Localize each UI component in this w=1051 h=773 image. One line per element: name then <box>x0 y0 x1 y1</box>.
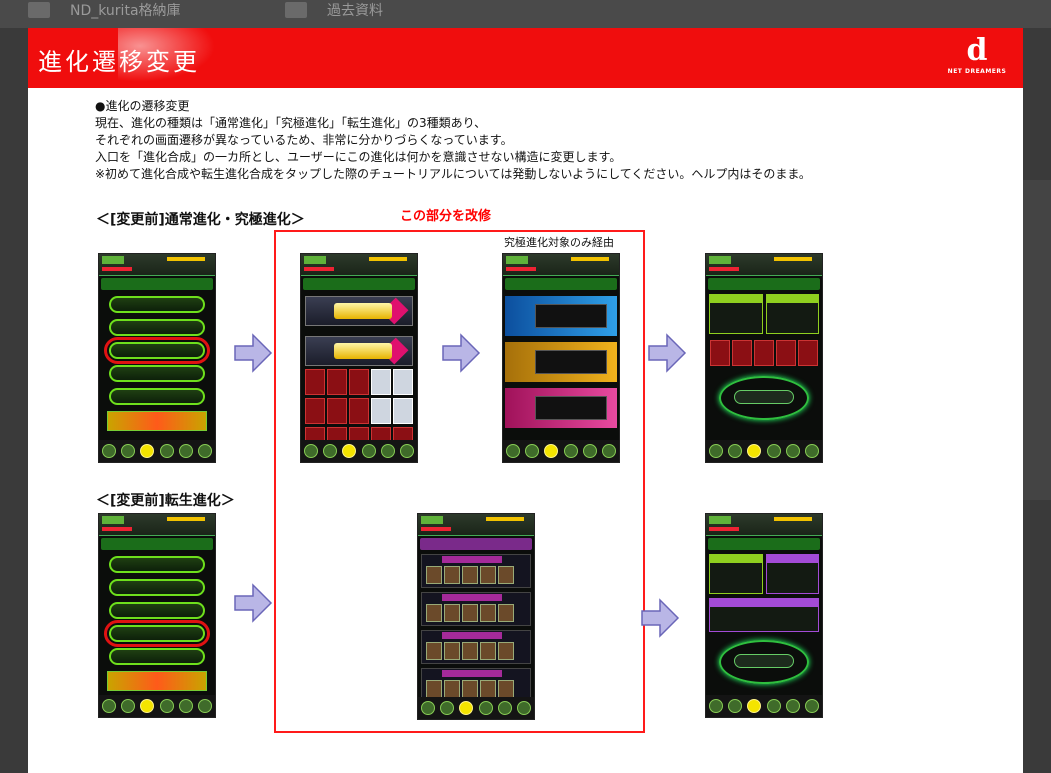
section-heading-rebirth: ＜[変更前]転生進化＞ <box>96 493 235 509</box>
arrow-right-icon <box>233 333 273 373</box>
background-side-panel <box>1023 180 1051 500</box>
body-line: ※初めて進化合成や転生進化合成をタップした際のチュートリアルについては発動しない… <box>95 167 811 181</box>
screenshot-evolution-confirm <box>705 253 823 463</box>
body-line: ●進化の遷移変更 <box>95 99 190 113</box>
arrow-right-icon <box>647 333 687 373</box>
body-line: 入口を「進化合成」の一カ所とし、ユーザーにこの進化は何かを意識させない構造に変更… <box>95 150 622 164</box>
highlighted-menu-item <box>104 620 210 647</box>
arrow-right-icon <box>640 598 680 638</box>
screenshot-rebirth-list <box>417 513 535 720</box>
screenshot-main-menu <box>98 253 216 463</box>
background-folder-item[interactable]: 過去資料 <box>285 0 383 20</box>
slide-body-text: ●進化の遷移変更 現在、進化の種類は「通常進化」「究極進化」「転生進化」の3種類… <box>95 98 811 183</box>
slide: 進化遷移変更 d NET DREAMERS ●進化の遷移変更 現在、進化の種類は… <box>28 28 1023 773</box>
logo-mark: d <box>966 33 988 68</box>
folder-icon <box>28 2 50 18</box>
screenshot-ultimate-evolution-list <box>502 253 620 463</box>
folder-label: ND_kurita格納庫 <box>70 3 181 19</box>
screenshot-evolution-select <box>300 253 418 463</box>
background-folder-item[interactable]: ND_kurita格納庫 <box>28 0 181 20</box>
slide-title: 進化遷移変更 <box>38 48 200 76</box>
logo-brand: NET DREAMERS <box>947 68 1007 75</box>
arrow-right-icon <box>441 333 481 373</box>
folder-label: 過去資料 <box>327 3 383 19</box>
company-logo: d NET DREAMERS <box>945 34 1009 84</box>
modification-note: この部分を改修 <box>400 209 492 224</box>
screenshot-rebirth-confirm <box>705 513 823 718</box>
slide-header: 進化遷移変更 d NET DREAMERS <box>28 28 1023 88</box>
box-caption: 究極進化対象のみ経由 <box>504 236 614 249</box>
section-heading-normal-ultimate: ＜[変更前]通常進化・究極進化＞ <box>96 212 305 228</box>
arrow-right-icon <box>233 583 273 623</box>
body-line: それぞれの画面遷移が異なっているため、非常に分かりづらくなっています。 <box>95 133 513 147</box>
screenshot-main-menu-rebirth <box>98 513 216 718</box>
body-line: 現在、進化の種類は「通常進化」「究極進化」「転生進化」の3種類あり、 <box>95 116 487 130</box>
highlighted-menu-item <box>104 337 210 364</box>
folder-icon <box>285 2 307 18</box>
